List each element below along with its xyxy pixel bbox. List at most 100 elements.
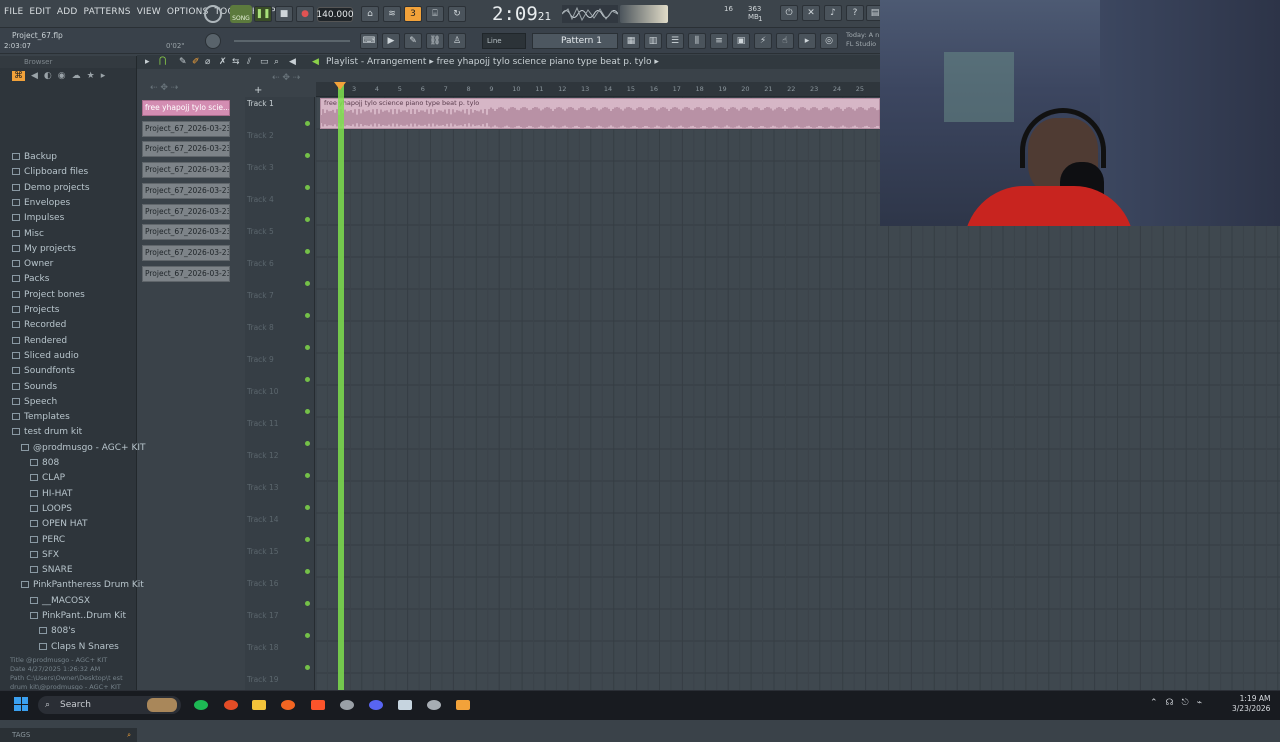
track-mute-led[interactable] [305, 633, 310, 638]
browser-item[interactable]: Sliced audio [12, 349, 79, 364]
ruler-nav-arrows[interactable]: ⇠ ✥ ⇢ [272, 73, 300, 83]
windows-start-icon[interactable] [14, 697, 28, 711]
snap-selector[interactable]: Line [482, 33, 526, 49]
track-mute-led[interactable] [305, 153, 310, 158]
touch-keyboard-button[interactable]: ☝ [776, 33, 794, 49]
browser-options-icon[interactable]: ⌘ [12, 71, 25, 81]
system-tray[interactable]: ⌃☊⎋⌁ [1150, 698, 1210, 708]
tags-search-icon[interactable]: ⌕ [127, 728, 131, 742]
track-header[interactable]: Track 13 [247, 481, 313, 512]
browser-item[interactable]: Soundfonts [12, 364, 75, 379]
browser-item[interactable]: Projects [12, 303, 59, 318]
track-mute-led[interactable] [305, 217, 310, 222]
tools-button[interactable]: ✕ [802, 5, 820, 21]
browser-item[interactable]: __MACOSX [30, 594, 90, 609]
delete-tool-icon[interactable]: ⌀ [205, 57, 210, 67]
browser-item[interactable]: Templates [12, 410, 70, 425]
track-mute-led[interactable] [305, 121, 310, 126]
browser-item[interactable]: My projects [12, 242, 76, 257]
loop-record-button[interactable]: ↻ [448, 6, 466, 22]
discord-icon[interactable] [369, 700, 383, 710]
browser-item[interactable]: CLAP [30, 471, 65, 486]
taskbar-search[interactable]: ⌕ Search [38, 696, 181, 714]
tags-bar[interactable]: TAGS ⌕ [0, 728, 137, 742]
browser-forward-icon[interactable]: ▸ [101, 71, 106, 81]
browser-item[interactable]: SFX [30, 548, 59, 563]
pattern-item[interactable]: Project_67_2026-03-23... [142, 141, 230, 158]
track-header[interactable]: Track 12 [247, 449, 313, 480]
countdown-button[interactable]: 3 [404, 6, 422, 22]
record-audio-button[interactable]: ◎ [820, 33, 838, 49]
pattern-item[interactable]: Project_67_2026-03-23... [142, 265, 230, 282]
mute-tool-icon[interactable]: ✗ [219, 57, 227, 67]
playlist-play-icon[interactable]: ◀ [312, 57, 319, 67]
spotify-icon[interactable] [194, 700, 208, 710]
song-mode-toggle[interactable]: SONG [230, 5, 252, 23]
browser-item[interactable]: Owner [12, 257, 53, 272]
track-mute-led[interactable] [305, 281, 310, 286]
plugin-picker-button[interactable]: ⚡ [754, 33, 772, 49]
stop-button[interactable]: ■ [275, 6, 293, 22]
pattern-selector[interactable]: Pattern 1 [532, 33, 618, 49]
browser-item[interactable]: Rendered [12, 334, 67, 349]
track-mute-led[interactable] [305, 537, 310, 542]
timeline-ruler[interactable]: 3 4 5 6 7 8 9 10 11 12 13 14 15 16 17 18 19 20 21 22 23 24 25 [316, 82, 880, 97]
file-explorer-icon[interactable] [252, 700, 266, 710]
fl-studio-taskbar-icon[interactable] [456, 700, 470, 710]
chrome-icon[interactable] [224, 700, 238, 710]
add-track-icon[interactable]: + [254, 85, 262, 96]
browser-item[interactable]: Project bones [12, 288, 85, 303]
draw-tool-icon[interactable]: ✎ [179, 57, 187, 67]
track-header[interactable]: Track 10 [247, 385, 313, 416]
position-slider[interactable] [234, 40, 350, 42]
track-header[interactable]: Track 8 [247, 321, 313, 352]
browser-item[interactable]: Impulses [12, 211, 64, 226]
browser-search-icon[interactable]: ◉ [58, 71, 66, 81]
track-header[interactable]: Track 5 [247, 225, 313, 256]
browser-item[interactable]: Packs [12, 272, 49, 287]
browser-item[interactable]: Envelopes [12, 196, 70, 211]
track-header[interactable]: Track 3 [247, 161, 313, 192]
track-header[interactable]: Track 1 [247, 97, 313, 128]
mixer-button[interactable]: ⫼ [688, 33, 706, 49]
track-mute-led[interactable] [305, 601, 310, 606]
track-mute-led[interactable] [305, 505, 310, 510]
slice-tool-icon[interactable]: ⫽ [247, 57, 251, 67]
browser-item[interactable]: 808 [30, 456, 59, 471]
master-volume-meter[interactable] [620, 5, 668, 23]
pattern-item[interactable]: Project_67_2026-03-23... [142, 182, 230, 199]
browser-collapse-icon[interactable]: ◐ [44, 71, 52, 81]
browser-item[interactable]: Clipboard files [12, 165, 88, 180]
browser-item[interactable]: PinkPant..Drum Kit [30, 609, 126, 624]
track-header[interactable]: Track 14 [247, 513, 313, 544]
browser-item[interactable]: test drum kit [12, 425, 82, 440]
channel-rack-button[interactable]: ☰ [666, 33, 684, 49]
pattern-item[interactable]: Project_67_2026-03-23... [142, 203, 230, 220]
track-header[interactable]: Track 11 [247, 417, 313, 448]
next-button[interactable]: ▶ [382, 33, 400, 49]
paint-tool-icon[interactable]: ✐ [192, 57, 200, 67]
tempo-display[interactable]: 140.000 [316, 7, 354, 22]
piano-roll-window-button[interactable]: ▥ [644, 33, 662, 49]
brave-icon[interactable] [311, 700, 325, 710]
track-header[interactable]: Track 9 [247, 353, 313, 384]
browser-item[interactable]: 808's [39, 624, 75, 639]
select-tool-icon[interactable]: ▭ [260, 57, 269, 67]
browser-item[interactable]: SNARE [30, 563, 73, 578]
slip-tool-icon[interactable]: ⇆ [232, 57, 240, 67]
track-header[interactable]: Track 18 [247, 641, 313, 672]
pause-button[interactable]: ❚❚ [254, 6, 272, 22]
pattern-item[interactable]: Project_67_2026-03-23... [142, 244, 230, 261]
track-header[interactable]: Track 2 [247, 129, 313, 160]
menu-file[interactable]: FILE [4, 7, 23, 17]
playhead[interactable] [338, 82, 344, 690]
track-mute-led[interactable] [305, 377, 310, 382]
record-button[interactable]: ● [296, 6, 314, 22]
magnet-icon[interactable]: ⋂ [159, 56, 166, 66]
stamp-button[interactable]: ♙ [448, 33, 466, 49]
playback-tool-icon[interactable]: ◀ [289, 57, 296, 67]
browser-item[interactable]: Claps N Snares [39, 640, 119, 655]
mic-button[interactable]: ♪ [824, 5, 842, 21]
browser-cloud-icon[interactable]: ☁ [72, 71, 81, 81]
track-header[interactable]: Track 4 [247, 193, 313, 224]
